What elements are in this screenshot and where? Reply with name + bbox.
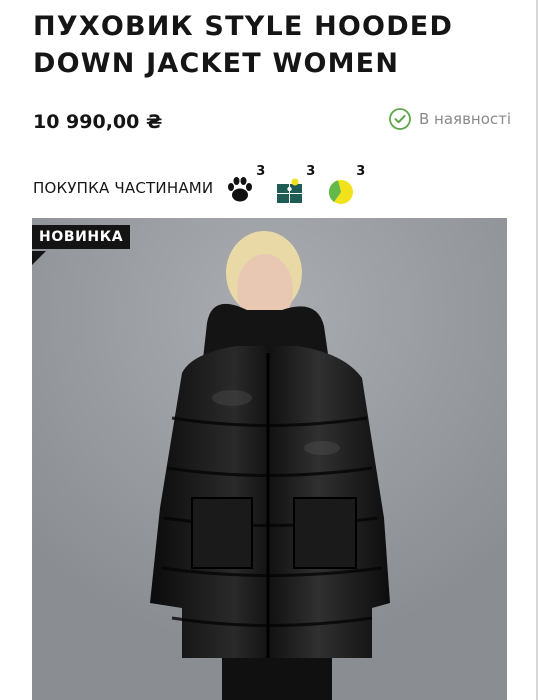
- puzzle-count: 3: [306, 164, 316, 179]
- installments-row: ПОКУПКА ЧАСТИНАМИ 3 3 3: [33, 164, 375, 206]
- paw-count: 3: [256, 164, 266, 179]
- pie-count: 3: [356, 164, 366, 179]
- stock-status-label: В наявності: [419, 110, 512, 128]
- stock-status: В наявності: [389, 108, 511, 130]
- check-circle-icon: [389, 108, 411, 130]
- new-badge-tail: [32, 251, 46, 265]
- product-title: ПУХОВИК STYLE HOODED DOWN JACKET WOMEN: [33, 11, 454, 79]
- new-badge: НОВИНКА: [32, 225, 131, 249]
- puzzle-icon[interactable]: 3: [275, 164, 315, 206]
- pie-chart-icon[interactable]: 3: [325, 164, 365, 206]
- installments-label: ПОКУПКА ЧАСТИНАМИ: [33, 179, 214, 197]
- product-photo[interactable]: [32, 218, 507, 700]
- product-price: 10 990,00 ₴: [33, 111, 163, 133]
- paw-icon[interactable]: 3: [225, 164, 265, 206]
- product-photo-illustration: [32, 218, 507, 700]
